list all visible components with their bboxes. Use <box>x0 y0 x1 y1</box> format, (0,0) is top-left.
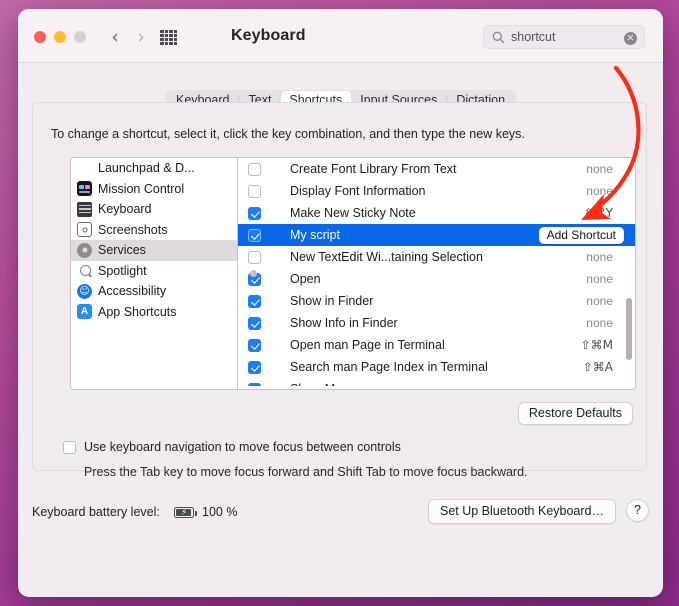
mission-control-icon <box>77 181 92 197</box>
minimize-window-button[interactable] <box>54 31 66 43</box>
accessibility-icon: ☺ <box>77 283 92 299</box>
battery-percent: 100 % <box>202 505 238 519</box>
clear-search-icon[interactable]: ✕ <box>624 32 637 45</box>
window-titlebar: ‹ › Keyboard shortcut ✕ <box>18 9 663 63</box>
keyboard-preferences-window: ‹ › Keyboard shortcut ✕ Keyboard Text Sh… <box>18 9 663 597</box>
app-store-icon: A <box>77 304 92 320</box>
sidebar-item-label: Keyboard <box>98 202 152 217</box>
sidebar-item-screenshots[interactable]: Screenshots <box>71 220 237 241</box>
sidebar-item-label: Mission Control <box>98 181 185 196</box>
search-field[interactable]: shortcut ✕ <box>483 25 645 49</box>
shortcut-key[interactable]: none <box>586 316 613 330</box>
shortcut-key[interactable]: none <box>586 184 613 198</box>
list-item[interactable]: Open man Page in Terminal ⇧⌘M <box>238 334 635 356</box>
sidebar-item-launchpad[interactable]: Launchpad & D... <box>71 158 237 179</box>
row-checkbox[interactable] <box>248 338 261 352</box>
spotlight-magnifier-icon <box>77 263 92 278</box>
window-footer: Keyboard battery level: ⚡ 100 % Set Up B… <box>18 479 663 597</box>
row-checkbox[interactable] <box>248 228 261 242</box>
shortcuts-list-scrollbar[interactable] <box>626 298 632 360</box>
shortcut-name: Show Info in Finder <box>290 316 398 330</box>
shortcut-key[interactable]: none <box>586 250 613 264</box>
shortcut-key[interactable]: ⇧⌘A <box>583 360 613 374</box>
sidebar-item-label: Screenshots <box>98 222 168 237</box>
sidebar-item-services[interactable]: Services <box>71 240 237 261</box>
screenshots-icon <box>77 222 92 238</box>
sidebar-item-label: Accessibility <box>98 284 167 299</box>
row-checkbox[interactable] <box>248 206 261 220</box>
list-item[interactable]: Show in Finder none <box>238 290 635 312</box>
shortcut-key[interactable]: ⇧⌘Y <box>584 206 613 220</box>
close-window-button[interactable] <box>34 31 46 43</box>
shortcut-name: New TextEdit Wi...taining Selection <box>290 250 483 264</box>
services-gear-icon <box>77 242 92 258</box>
keyboard-navigation-label: Use keyboard navigation to move focus be… <box>84 440 401 454</box>
shortcut-name: Make New Sticky Note <box>290 206 416 220</box>
maximize-window-button[interactable] <box>74 31 86 43</box>
shortcut-name: Show in Finder <box>290 294 374 308</box>
list-item[interactable]: New TextEdit Wi...taining Selection none <box>238 246 635 268</box>
list-item[interactable]: Create Font Library From Text none <box>238 158 635 180</box>
battery-label: Keyboard battery level: <box>32 505 160 519</box>
sidebar-item-label: Spotlight <box>98 263 147 278</box>
battery-icon: ⚡ <box>174 507 197 518</box>
sidebar-item-accessibility[interactable]: ☺ Accessibility <box>71 281 237 302</box>
charging-bolt-icon: ⚡ <box>181 507 188 518</box>
shortcut-key[interactable]: ⇧⌘M <box>581 338 613 352</box>
forward-chevron-icon[interactable]: › <box>130 26 152 48</box>
shortcut-name: My script <box>290 228 340 242</box>
shortcut-key[interactable]: none <box>586 272 613 286</box>
shortcut-name: Display Font Information <box>290 184 426 198</box>
keyboard-navigation-hint: Press the Tab key to move focus forward … <box>84 465 528 479</box>
launchpad-icon <box>77 160 92 176</box>
keyboard-navigation-row[interactable]: Use keyboard navigation to move focus be… <box>63 440 401 454</box>
shortcuts-list[interactable]: Create Font Library From Text none Displ… <box>238 158 635 389</box>
list-item[interactable]: Make New Sticky Note ⇧⌘Y <box>238 202 635 224</box>
keyboard-navigation-checkbox[interactable] <box>63 440 76 454</box>
page-title: Keyboard <box>231 27 306 44</box>
list-bottom-fade <box>238 386 635 389</box>
add-shortcut-button[interactable]: Add Shortcut <box>538 227 624 244</box>
row-checkbox[interactable] <box>248 162 261 176</box>
list-item[interactable]: Open none <box>238 268 635 290</box>
row-checkbox[interactable] <box>248 316 261 330</box>
shortcuts-panel: To change a shortcut, select it, click t… <box>32 102 647 479</box>
row-checkbox[interactable] <box>248 294 261 308</box>
shortcut-key[interactable]: none <box>586 162 613 176</box>
shortcut-categories-list[interactable]: Launchpad & D... Mission Control Keyboar… <box>71 158 238 389</box>
sidebar-item-app-shortcuts[interactable]: A App Shortcuts <box>71 302 237 323</box>
instruction-text: To change a shortcut, select it, click t… <box>51 127 525 141</box>
list-item-selected[interactable]: My script Add Shortcut <box>238 224 635 246</box>
row-checkbox[interactable] <box>248 184 261 198</box>
list-item[interactable]: Display Font Information none <box>238 180 635 202</box>
sidebar-item-label: App Shortcuts <box>98 304 177 319</box>
row-checkbox[interactable] <box>248 250 261 264</box>
sidebar-resize-handle[interactable] <box>250 270 257 277</box>
back-chevron-icon[interactable]: ‹ <box>104 26 126 48</box>
shortcut-name: Create Font Library From Text <box>290 162 457 176</box>
sidebar-item-keyboard[interactable]: Keyboard <box>71 199 237 220</box>
sidebar-item-label: Services <box>98 243 146 258</box>
list-item[interactable]: Show Info in Finder none <box>238 312 635 334</box>
row-checkbox[interactable] <box>248 360 261 374</box>
shortcut-key[interactable]: none <box>586 294 613 308</box>
keyboard-icon <box>77 201 92 217</box>
search-icon <box>492 31 505 44</box>
search-input-value[interactable]: shortcut <box>511 30 555 44</box>
shortcut-name: Search man Page Index in Terminal <box>290 360 488 374</box>
shortcuts-lists-container: Launchpad & D... Mission Control Keyboar… <box>70 157 636 390</box>
restore-defaults-button[interactable]: Restore Defaults <box>517 402 633 425</box>
help-button[interactable]: ? <box>626 499 649 522</box>
shortcut-name: Open man Page in Terminal <box>290 338 445 352</box>
sidebar-item-mission-control[interactable]: Mission Control <box>71 179 237 200</box>
setup-bluetooth-keyboard-button[interactable]: Set Up Bluetooth Keyboard… <box>428 499 616 524</box>
sidebar-item-label: Launchpad & D... <box>98 161 195 176</box>
sidebar-item-spotlight[interactable]: Spotlight <box>71 261 237 282</box>
list-item[interactable]: Search man Page Index in Terminal ⇧⌘A <box>238 356 635 378</box>
apps-grid-icon[interactable] <box>160 30 177 45</box>
shortcut-name: Open <box>290 272 321 286</box>
